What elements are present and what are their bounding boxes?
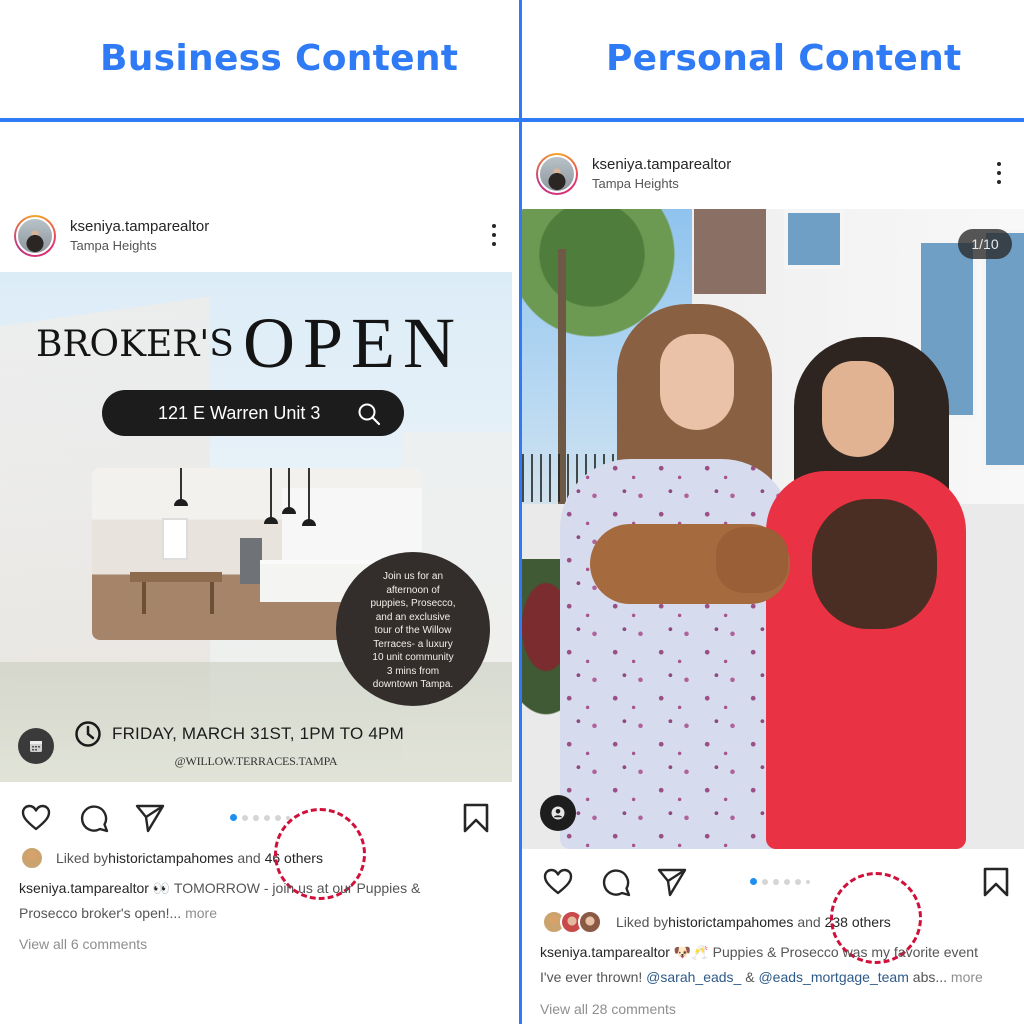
bubble-line: and an exclusive xyxy=(375,611,451,623)
heart-icon[interactable] xyxy=(20,802,52,834)
avatar[interactable] xyxy=(536,153,578,195)
caption-text: TOMORROW - join us at our Puppies & xyxy=(170,880,421,896)
person-left-dress xyxy=(560,459,792,849)
caption-mention[interactable]: @sarah_eads_ xyxy=(646,969,741,985)
flyer-date-text: FRIDAY, MARCH 31ST, 1PM TO 4PM xyxy=(112,724,404,743)
share-icon[interactable] xyxy=(134,802,166,834)
puppy-brown-head xyxy=(716,527,788,593)
building-brick-panel xyxy=(694,209,766,294)
business-flyer-image[interactable]: BROKER'S OPEN 121 E Warren Unit 3 Join u… xyxy=(0,272,512,782)
calendar-icon xyxy=(30,741,42,752)
caption-more-link[interactable]: more xyxy=(181,905,217,921)
carousel-indicator xyxy=(750,878,810,885)
avatar[interactable] xyxy=(14,215,56,257)
comment-icon[interactable] xyxy=(78,802,110,834)
business-post-actions xyxy=(0,796,519,840)
view-comments-link[interactable]: View all 6 comments xyxy=(19,936,147,952)
window xyxy=(982,229,1024,469)
window xyxy=(784,209,844,269)
business-content-title: Business Content xyxy=(100,38,459,79)
bubble-line: Join us for an xyxy=(382,571,444,582)
flyer-title-open: OPEN xyxy=(243,303,464,383)
personal-content-title: Personal Content xyxy=(606,38,962,79)
search-icon xyxy=(358,403,381,426)
person-right-face xyxy=(822,361,894,457)
bookmark-icon[interactable] xyxy=(462,802,490,834)
personal-post-actions xyxy=(522,860,1024,904)
bubble-line: downtown Tampa. xyxy=(372,679,454,690)
more-vertical-icon[interactable] xyxy=(996,162,1002,184)
likes-user[interactable]: historictampahomes xyxy=(108,850,233,866)
caption-emoji: 👀 xyxy=(152,880,171,896)
flyer-address: 121 E Warren Unit 3 xyxy=(158,402,321,423)
bubble-line: Terraces- a luxury xyxy=(373,638,453,650)
bubble-line: 3 mins from xyxy=(386,665,440,677)
heart-icon[interactable] xyxy=(542,866,574,898)
clock-icon xyxy=(75,721,101,747)
caption-username[interactable]: kseniya.tamparealtor xyxy=(19,880,149,896)
bubble-line: tour of the Willow xyxy=(374,625,452,636)
post-username[interactable]: kseniya.tamparealtor xyxy=(592,155,731,175)
bubble-line: afternoon of xyxy=(386,584,440,596)
caption-mention[interactable]: @eads_mortgage_team xyxy=(758,969,908,985)
likes-and: and xyxy=(793,914,825,930)
view-comments-link[interactable]: View all 28 comments xyxy=(540,1001,676,1017)
caption-text: Prosecco broker's open!... xyxy=(19,905,182,921)
likes-user[interactable]: historictampahomes xyxy=(668,914,793,930)
photo-counter: 1/10 xyxy=(958,229,1012,259)
flyer-date-time: FRIDAY, MARCH 31ST, 1PM TO 4PM xyxy=(74,720,404,748)
more-vertical-icon[interactable] xyxy=(491,224,497,246)
bubble-line: 10 unit community xyxy=(372,652,454,663)
caption-emoji: 🐶🥂 xyxy=(673,944,709,960)
flyer-address-bar: 121 E Warren Unit 3 xyxy=(102,390,404,436)
puppy-chocolate xyxy=(812,499,937,629)
user-tag-icon xyxy=(551,806,565,820)
liker-avatar xyxy=(20,846,44,870)
likes-prefix: Liked by xyxy=(616,914,669,930)
post-username[interactable]: kseniya.tamparealtor xyxy=(70,217,209,237)
personal-photo[interactable]: 1/10 xyxy=(522,209,1024,849)
flyer-description-bubble: Join us for an afternoon of puppies, Pro… xyxy=(336,552,490,706)
caption-text: Puppies & Prosecco was my favorite event xyxy=(708,944,978,960)
person-left-face xyxy=(660,334,734,430)
caption-text: & xyxy=(741,969,759,985)
calendar-button[interactable] xyxy=(18,728,54,764)
tagged-users-button[interactable] xyxy=(540,795,576,831)
post-header: kseniya.tamparealtor Tampa Heights xyxy=(522,146,1024,202)
likes-prefix: Liked by xyxy=(56,850,109,866)
post-location[interactable]: Tampa Heights xyxy=(592,175,731,193)
flyer-title-brokers: BROKER'S xyxy=(36,324,234,365)
caption-text: I've ever thrown! xyxy=(540,969,647,985)
share-icon[interactable] xyxy=(656,866,688,898)
post-location[interactable]: Tampa Heights xyxy=(70,237,209,255)
caption-username[interactable]: kseniya.tamparealtor xyxy=(540,944,670,960)
post-caption: kseniya.tamparealtor 👀 TOMORROW - join u… xyxy=(19,876,499,926)
flyer-handle: @WILLOW.TERRACES.TAMPA xyxy=(174,754,338,768)
bookmark-icon[interactable] xyxy=(982,866,1010,898)
post-caption: kseniya.tamparealtor 🐶🥂 Puppies & Prosec… xyxy=(540,940,1020,990)
likes-and: and xyxy=(233,850,265,866)
caption-more-link[interactable]: more xyxy=(947,969,983,985)
post-header: kseniya.tamparealtor Tampa Heights xyxy=(0,208,519,264)
liker-avatar xyxy=(578,910,602,934)
bubble-line: puppies, Prosecco, xyxy=(370,598,456,609)
caption-text: abs... xyxy=(908,969,948,985)
comment-icon[interactable] xyxy=(600,866,632,898)
carousel-indicator xyxy=(230,814,290,821)
